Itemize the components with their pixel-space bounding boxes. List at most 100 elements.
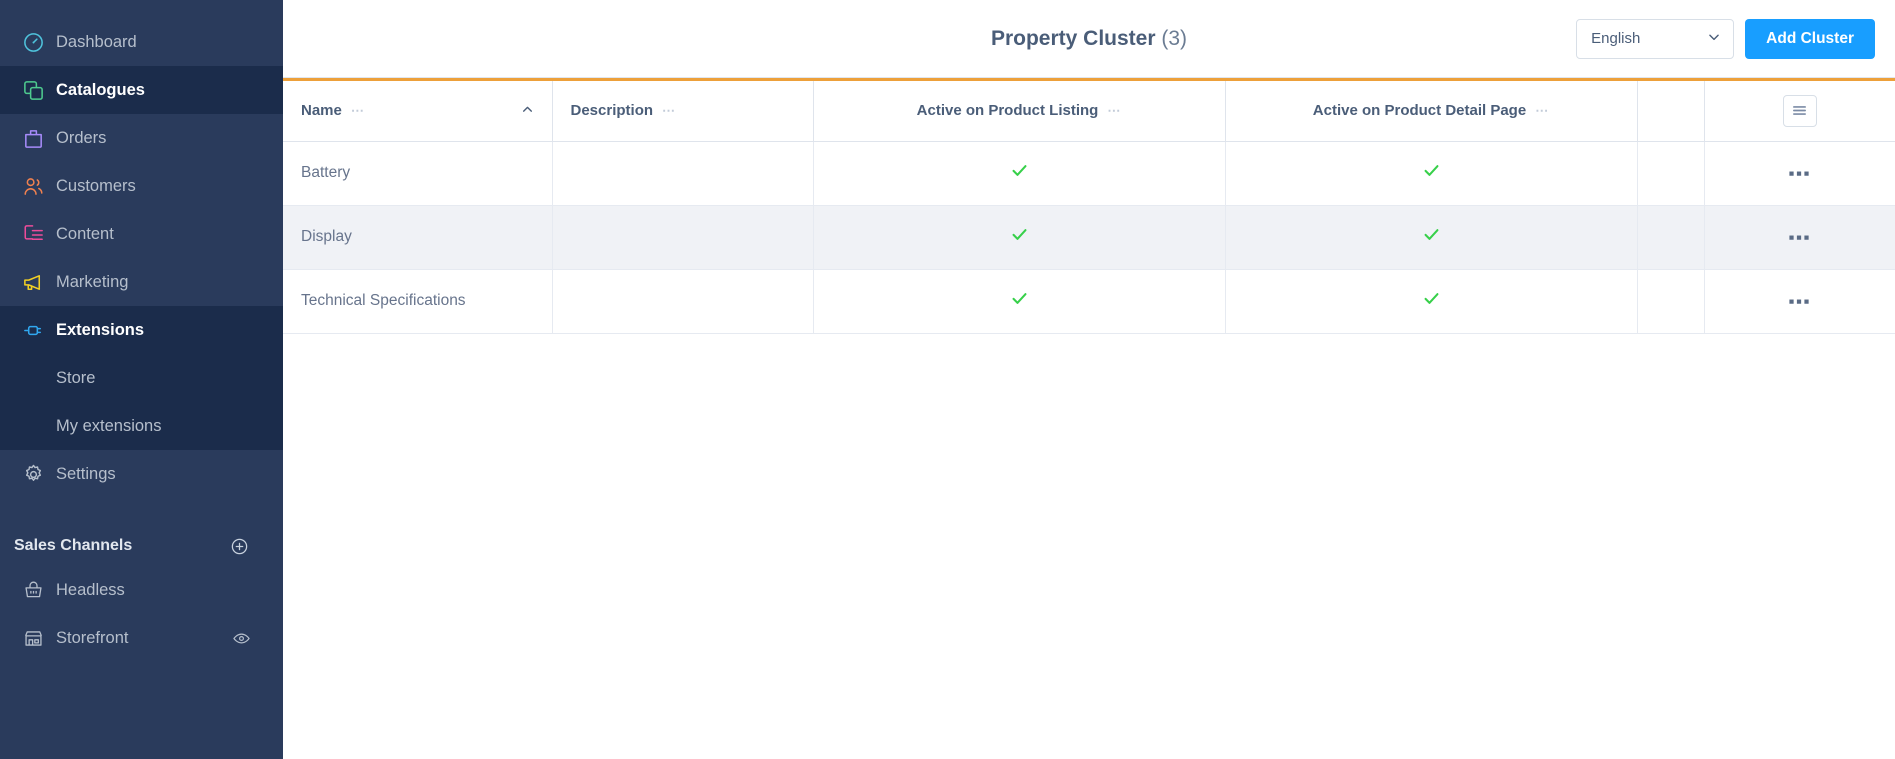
cell-description xyxy=(552,205,813,269)
cell-description xyxy=(552,269,813,333)
page-title-text: Property Cluster xyxy=(991,27,1156,50)
check-icon xyxy=(1010,164,1029,185)
language-select-value: English xyxy=(1591,30,1640,47)
sidebar-item-label: Extensions xyxy=(56,322,144,339)
sidebar-item-settings[interactable]: Settings xyxy=(0,450,283,498)
sidebar-item-catalogues[interactable]: Catalogues xyxy=(0,66,283,114)
content-icon xyxy=(10,223,56,246)
check-icon xyxy=(1422,292,1441,313)
app-root: Dashboard Catalogues Orders xyxy=(0,0,1895,759)
sidebar-item-label: Marketing xyxy=(56,274,128,291)
megaphone-icon xyxy=(10,271,56,294)
context-menu-icon[interactable]: ▪▪▪ xyxy=(1780,223,1819,252)
plus-circle-icon[interactable] xyxy=(230,537,249,556)
cell-spacer xyxy=(1637,205,1704,269)
copy-icon xyxy=(10,79,56,102)
cell-spacer xyxy=(1637,269,1704,333)
cell-active-product-detail-page xyxy=(1225,205,1637,269)
sidebar-channel-headless[interactable]: Headless xyxy=(0,566,283,614)
list-settings-icon[interactable] xyxy=(1783,95,1817,127)
sidebar-item-label: Customers xyxy=(56,178,136,195)
check-icon xyxy=(1010,292,1029,313)
sales-channels-header: Sales Channels xyxy=(0,526,283,566)
table-row[interactable]: Battery ▪▪▪ xyxy=(283,141,1895,205)
cell-row-actions: ▪▪▪ xyxy=(1704,269,1895,333)
column-header-label: Active on Product Listing xyxy=(917,102,1099,119)
column-menu-icon[interactable]: ⋯ xyxy=(662,104,676,117)
column-header-active-product-detail-page[interactable]: Active on Product Detail Page ⋯ xyxy=(1225,81,1637,141)
check-icon xyxy=(1422,164,1441,185)
cell-active-product-detail-page xyxy=(1225,269,1637,333)
check-icon xyxy=(1010,228,1029,249)
add-cluster-button[interactable]: Add Cluster xyxy=(1745,19,1875,59)
column-header-name[interactable]: Name ⋯ xyxy=(283,81,552,141)
cell-active-product-detail-page xyxy=(1225,141,1637,205)
language-select[interactable]: English xyxy=(1576,19,1734,59)
column-menu-icon[interactable]: ⋯ xyxy=(1107,104,1121,117)
check-icon xyxy=(1422,228,1441,249)
sidebar-item-marketing[interactable]: Marketing xyxy=(0,258,283,306)
cell-name[interactable]: Battery xyxy=(283,141,552,205)
column-header-label: Active on Product Detail Page xyxy=(1313,102,1526,119)
context-menu-icon[interactable]: ▪▪▪ xyxy=(1780,287,1819,316)
column-header-spacer xyxy=(1637,81,1704,141)
cell-row-actions: ▪▪▪ xyxy=(1704,141,1895,205)
cell-name[interactable]: Technical Specifications xyxy=(283,269,552,333)
sidebar-item-label: Dashboard xyxy=(56,34,137,51)
smart-bar: Property Cluster (3) English Add Cluster xyxy=(283,0,1895,78)
eye-icon[interactable] xyxy=(232,629,251,648)
plug-icon xyxy=(10,319,56,342)
smart-bar-actions: English Add Cluster xyxy=(1576,19,1875,59)
sidebar-item-content[interactable]: Content xyxy=(0,210,283,258)
table-row[interactable]: Display ▪▪▪ xyxy=(283,205,1895,269)
sidebar-item-label: Content xyxy=(56,226,114,243)
sidebar-item-extensions[interactable]: Extensions xyxy=(0,306,283,354)
column-menu-icon[interactable]: ⋯ xyxy=(1535,104,1549,117)
sidebar-channel-storefront[interactable]: Storefront xyxy=(0,614,283,662)
chevron-down-icon xyxy=(1707,30,1721,48)
users-icon xyxy=(10,175,56,198)
column-header-description[interactable]: Description ⋯ xyxy=(552,81,813,141)
bag-icon xyxy=(10,127,56,150)
column-header-active-product-listing[interactable]: Active on Product Listing ⋯ xyxy=(813,81,1225,141)
main-content: Property Cluster (3) English Add Cluster xyxy=(283,0,1895,759)
gear-icon xyxy=(10,463,56,486)
column-header-label: Description xyxy=(571,102,654,119)
cell-spacer xyxy=(1637,141,1704,205)
cell-name[interactable]: Display xyxy=(283,205,552,269)
basket-icon xyxy=(10,580,56,601)
sidebar-item-label: Settings xyxy=(56,466,116,483)
sidebar-item-orders[interactable]: Orders xyxy=(0,114,283,162)
table-head: Name ⋯ Description xyxy=(283,81,1895,141)
sidebar-item-dashboard[interactable]: Dashboard xyxy=(0,18,283,66)
sales-channels-title: Sales Channels xyxy=(14,537,132,555)
sidebar-item-label: Catalogues xyxy=(56,82,145,99)
sidebar: Dashboard Catalogues Orders xyxy=(0,0,283,759)
gauge-icon xyxy=(10,31,56,54)
context-menu-icon[interactable]: ▪▪▪ xyxy=(1780,159,1819,188)
sidebar-item-customers[interactable]: Customers xyxy=(0,162,283,210)
cell-row-actions: ▪▪▪ xyxy=(1704,205,1895,269)
cell-active-product-listing xyxy=(813,269,1225,333)
cell-active-product-listing xyxy=(813,205,1225,269)
sort-ascending-icon[interactable] xyxy=(521,103,534,118)
table-header-row: Name ⋯ Description xyxy=(283,81,1895,141)
table-body: Battery▪▪▪Display▪▪▪Technical Specificat… xyxy=(283,141,1895,333)
sidebar-item-store[interactable]: Store xyxy=(0,354,283,402)
column-menu-icon[interactable]: ⋯ xyxy=(351,104,365,117)
table-row[interactable]: Technical Specifications ▪▪▪ xyxy=(283,269,1895,333)
property-cluster-table: Name ⋯ Description xyxy=(283,81,1895,334)
sidebar-item-label: Orders xyxy=(56,130,106,147)
data-grid: Name ⋯ Description xyxy=(283,81,1895,759)
cell-description xyxy=(552,141,813,205)
sidebar-channel-label: Storefront xyxy=(56,629,128,648)
column-header-label: Name xyxy=(301,102,342,119)
column-header-settings xyxy=(1704,81,1895,141)
sidebar-item-my-extensions[interactable]: My extensions xyxy=(0,402,283,450)
sidebar-channel-label: Headless xyxy=(56,581,125,600)
sidebar-spacer xyxy=(0,498,283,526)
sidebar-extensions-group: Extensions Store My extensions xyxy=(0,306,283,450)
cell-active-product-listing xyxy=(813,141,1225,205)
storefront-icon xyxy=(10,628,56,649)
page-title-count: (3) xyxy=(1161,27,1187,50)
